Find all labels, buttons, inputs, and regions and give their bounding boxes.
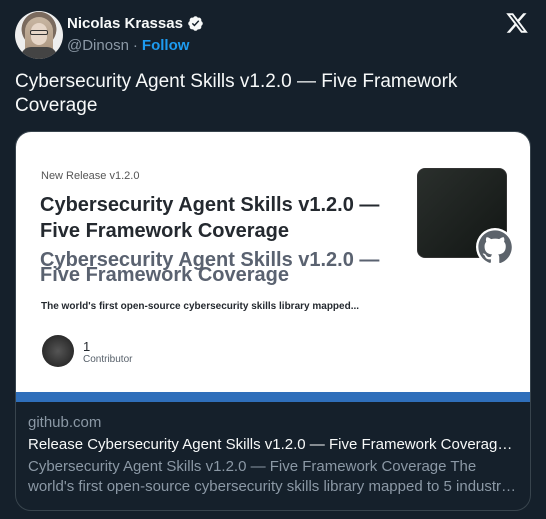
contributor-count: 1 bbox=[83, 339, 91, 354]
tweet-text: Cybersecurity Agent Skills v1.2.0 — Five… bbox=[15, 71, 458, 116]
contributor-label: Contributor bbox=[83, 354, 133, 365]
release-description: The world's first open-source cybersecur… bbox=[41, 301, 360, 312]
tweet-header: Nicolas Krassas @Dinosn · Follow bbox=[15, 11, 531, 59]
card-title[interactable]: Release Cybersecurity Agent Skills v1.2.… bbox=[28, 436, 518, 453]
author-avatar[interactable] bbox=[15, 11, 63, 59]
release-title: Cybersecurity Agent Skills v1.2.0 — Five… bbox=[40, 194, 380, 242]
link-preview-card[interactable]: New Release v1.2.0 Cybersecurity Agent S… bbox=[15, 131, 531, 511]
author-handle-row: @Dinosn · Follow bbox=[67, 37, 189, 54]
x-logo-icon[interactable] bbox=[505, 11, 529, 35]
separator-dot: · bbox=[132, 37, 138, 54]
contributor-avatar bbox=[42, 335, 74, 367]
release-title-repeat: Cybersecurity Agent Skills v1.2.0 — Five… bbox=[40, 249, 380, 286]
release-label: New Release v1.2.0 bbox=[41, 170, 140, 182]
github-icon bbox=[476, 228, 514, 266]
verified-badge-icon bbox=[188, 16, 203, 31]
author-display-name[interactable]: Nicolas Krassas bbox=[67, 15, 183, 32]
author-name-row: Nicolas Krassas bbox=[67, 15, 204, 32]
author-handle[interactable]: @Dinosn bbox=[67, 37, 129, 54]
follow-button[interactable]: Follow bbox=[142, 37, 190, 54]
card-domain: github.com bbox=[28, 414, 102, 431]
card-description: Cybersecurity Agent Skills v1.2.0 — Five… bbox=[28, 458, 509, 495]
accent-bar bbox=[16, 392, 530, 402]
card-preview-image[interactable]: New Release v1.2.0 Cybersecurity Agent S… bbox=[16, 132, 530, 402]
card-body[interactable]: github.com Release Cybersecurity Agent S… bbox=[28, 414, 518, 497]
